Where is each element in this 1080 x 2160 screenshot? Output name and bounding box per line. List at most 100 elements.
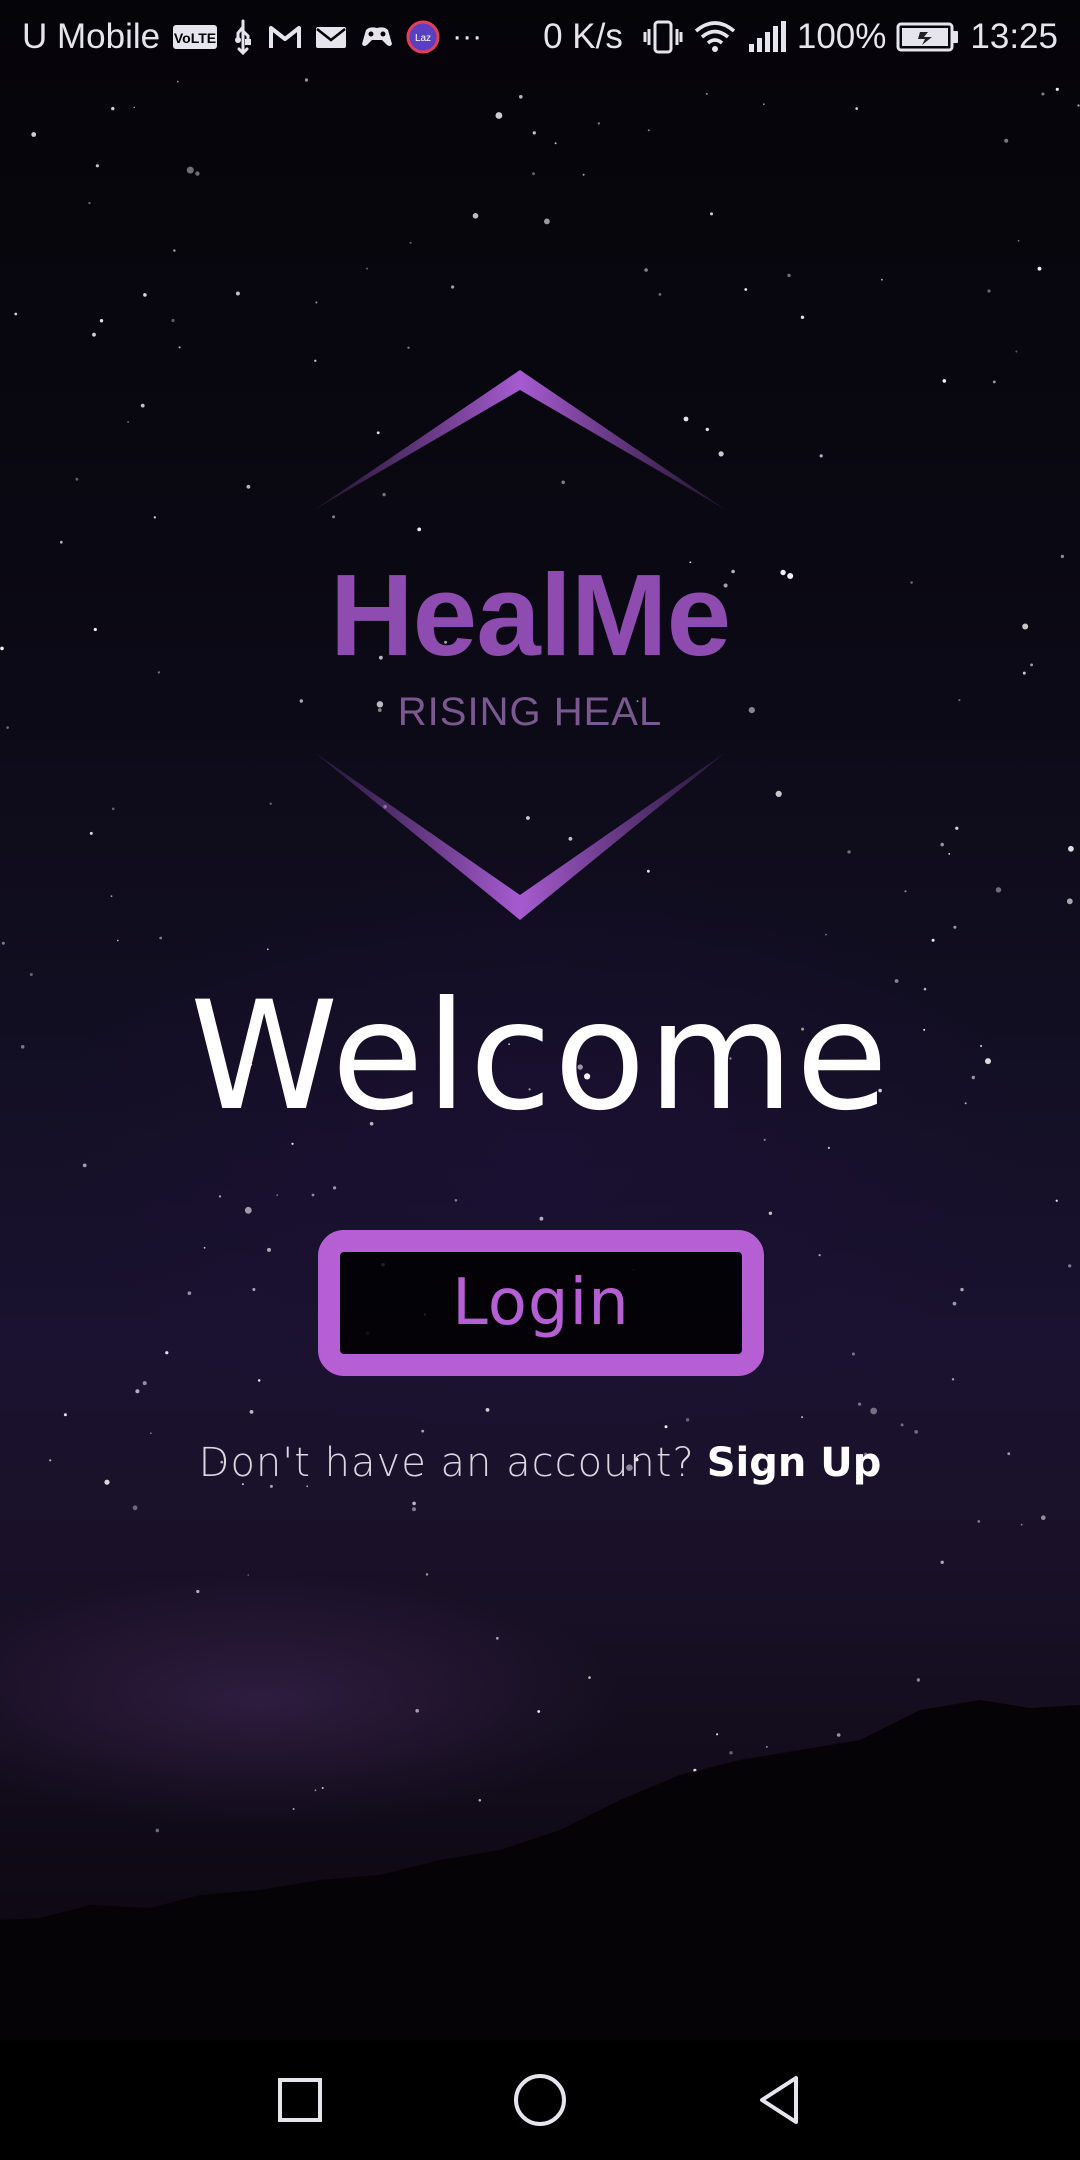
star: [544, 218, 550, 225]
star: [955, 826, 959, 830]
star: [1060, 554, 1065, 559]
star: [31, 132, 37, 137]
star: [252, 1288, 256, 1291]
star: [952, 1301, 957, 1306]
star: [133, 106, 136, 109]
star: [132, 1505, 138, 1511]
star: [235, 291, 240, 296]
signal-icon: [747, 20, 787, 54]
star: [647, 129, 650, 132]
star: [111, 106, 115, 111]
recent-apps-button[interactable]: [240, 2040, 360, 2160]
star: [1068, 845, 1074, 852]
star: [454, 1199, 458, 1202]
login-button-label: Login: [452, 1266, 630, 1340]
volte-icon: VoLTE: [172, 22, 218, 52]
star: [269, 802, 272, 805]
clock: 13:25: [970, 17, 1058, 56]
wifi-icon: [693, 19, 737, 55]
star: [14, 312, 18, 316]
usb-icon: [230, 19, 256, 55]
star: [246, 484, 251, 489]
star: [904, 890, 907, 893]
star: [59, 540, 63, 544]
star: [421, 1429, 425, 1433]
star: [1066, 898, 1073, 905]
star: [588, 1676, 591, 1679]
star: [195, 171, 200, 176]
star: [780, 569, 786, 576]
star: [176, 80, 179, 83]
star: [203, 1246, 206, 1249]
star: [800, 315, 805, 319]
star: [1041, 1515, 1046, 1520]
star: [554, 142, 557, 145]
star: [472, 213, 479, 219]
star: [1022, 671, 1026, 675]
star: [858, 1402, 862, 1406]
star: [987, 289, 991, 293]
screen: U Mobile VoLTE Laz ··· 0 K/s 100% 13:25 …: [0, 0, 1080, 2160]
signup-row: Don't have an account? Sign Up: [0, 1440, 1080, 1486]
triangle-back-icon: [760, 2076, 798, 2124]
login-button[interactable]: Login: [318, 1230, 764, 1376]
star: [851, 1352, 855, 1356]
star: [95, 164, 99, 168]
star: [153, 516, 156, 519]
star: [1055, 87, 1059, 91]
circle-icon: [514, 2074, 566, 2126]
home-button[interactable]: [480, 2040, 600, 2160]
star: [658, 293, 662, 296]
star: [942, 379, 947, 383]
star: [257, 1379, 261, 1382]
star: [931, 938, 935, 942]
mail-icon: [314, 23, 348, 51]
logo-title: HealMe: [329, 550, 731, 680]
star: [171, 318, 175, 323]
status-bar-left: U Mobile VoLTE Laz ···: [22, 0, 482, 74]
star: [157, 671, 161, 674]
star: [82, 1163, 87, 1168]
star: [425, 1573, 429, 1576]
star: [685, 1418, 690, 1422]
star: [165, 1351, 169, 1355]
star: [775, 790, 782, 798]
star: [127, 421, 129, 423]
network-speed: 0 K/s: [543, 17, 623, 56]
star: [768, 1211, 773, 1216]
star: [1004, 138, 1009, 143]
star: [958, 699, 961, 702]
star: [1030, 663, 1033, 667]
sign-up-link[interactable]: Sign Up: [707, 1440, 882, 1486]
star: [111, 807, 115, 811]
star: [710, 212, 713, 216]
star: [787, 573, 794, 579]
star: [63, 1413, 67, 1417]
star: [940, 842, 944, 847]
star: [1022, 623, 1029, 630]
star: [910, 581, 913, 584]
gmail-icon: [268, 23, 302, 51]
star: [801, 1416, 804, 1419]
vibrate-icon: [643, 19, 683, 55]
star: [582, 173, 585, 176]
star: [143, 293, 147, 297]
star: [409, 241, 412, 244]
star: [870, 1407, 878, 1415]
star: [495, 1636, 499, 1640]
star: [539, 1216, 544, 1221]
back-button[interactable]: [720, 2040, 840, 2160]
star: [960, 1287, 964, 1292]
star: [914, 1430, 919, 1434]
star: [135, 1389, 140, 1394]
star: [827, 1146, 831, 1149]
star: [485, 1408, 490, 1412]
star: [1015, 350, 1018, 353]
square-icon: [278, 2078, 322, 2122]
star: [1077, 104, 1080, 107]
star: [159, 936, 163, 940]
overflow-indicator: ···: [452, 20, 483, 53]
star: [992, 380, 996, 384]
star: [412, 1507, 416, 1512]
star: [276, 1194, 279, 1196]
